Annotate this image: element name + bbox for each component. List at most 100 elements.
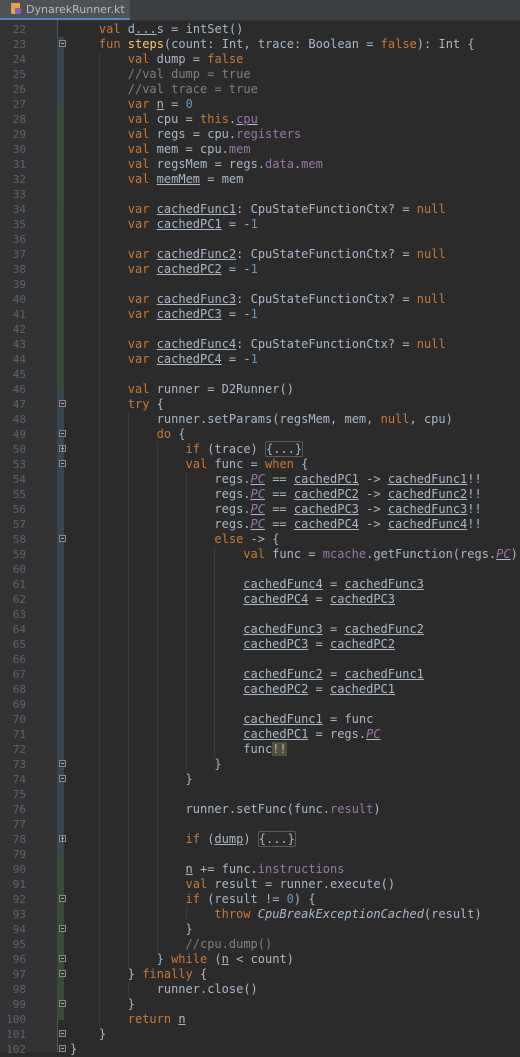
fold-collapse-icon[interactable] — [59, 1000, 66, 1007]
code-line[interactable]: 50 if (trace) {...} — [0, 441, 520, 457]
code-line[interactable]: 39 — [0, 277, 520, 292]
code-line[interactable]: 34 var cachedFunc1: CpuStateFunctionCtx? … — [0, 202, 520, 217]
code-line[interactable]: 35 var cachedPC1 = -1 — [0, 217, 520, 232]
code-line[interactable]: 71 cachedPC1 = regs.PC — [0, 727, 520, 742]
code-line[interactable]: 75 — [0, 787, 520, 802]
code-line[interactable]: 60 — [0, 562, 520, 577]
code-line[interactable]: 99} — [0, 997, 520, 1012]
code-line[interactable]: 26 //val trace = true — [0, 82, 520, 97]
fold-expand-icon[interactable] — [59, 445, 66, 452]
fold-collapse-icon[interactable] — [59, 775, 66, 782]
code-line[interactable]: 69 — [0, 697, 520, 712]
code-line[interactable]: 70 cachedFunc1 = func — [0, 712, 520, 727]
code-line[interactable]: 63 — [0, 607, 520, 622]
code-line[interactable]: 66 — [0, 652, 520, 667]
code-line[interactable]: 56 regs.PC == cachedPC3 -> cachedFunc3!! — [0, 502, 520, 517]
code-line[interactable]: 27 var n = 0 — [0, 97, 520, 112]
code-line[interactable]: 72 func!! — [0, 742, 520, 757]
code-line[interactable]: 97} finally { — [0, 967, 520, 982]
code-line[interactable]: 98 runner.close() — [0, 982, 520, 997]
indent-guide — [98, 922, 100, 937]
code-line[interactable]: 93 throw CpuBreakExceptionCached(result) — [0, 907, 520, 922]
code-line[interactable]: 78 if (dump) {...} — [0, 831, 520, 847]
line-number: 40 — [12, 293, 26, 306]
code-line[interactable]: 95 //cpu.dump() — [0, 937, 520, 952]
indent-guide — [98, 652, 100, 667]
code-line[interactable]: 57 regs.PC == cachedPC4 -> cachedFunc4!! — [0, 517, 520, 532]
indent-guide — [214, 742, 216, 757]
code-line[interactable]: 65 cachedPC3 = cachedPC2 — [0, 637, 520, 652]
code-line[interactable]: 74} — [0, 772, 520, 787]
code-line[interactable]: 28 val cpu = this.cpu — [0, 112, 520, 127]
fold-collapse-icon[interactable] — [59, 925, 66, 932]
code-line[interactable]: 37 var cachedFunc2: CpuStateFunctionCtx? … — [0, 247, 520, 262]
code-line[interactable]: 29 val regs = cpu.registers — [0, 127, 520, 142]
fold-collapse-icon[interactable] — [59, 430, 66, 437]
fold-collapse-icon[interactable] — [59, 1045, 66, 1052]
code-line[interactable]: 45 — [0, 367, 520, 382]
code-line[interactable]: 94} — [0, 922, 520, 937]
code-line[interactable]: 48 runner.setParams(regsMem, mem, null, c… — [0, 412, 520, 427]
code-text: //cpu.dump() — [185, 937, 273, 951]
code-line[interactable]: 76 runner.setFunc(func.result) — [0, 802, 520, 817]
code-line[interactable]: 53 val func = when { — [0, 457, 520, 472]
tab-dynarek-runner[interactable]: DynarekRunner.kt — [0, 0, 130, 20]
code-line[interactable]: 24 val dump = false — [0, 52, 520, 67]
code-line[interactable]: 43 var cachedFunc4: CpuStateFunctionCtx? … — [0, 337, 520, 352]
code-line[interactable]: 102} — [0, 1042, 520, 1057]
code-line[interactable]: 36 — [0, 232, 520, 247]
code-line[interactable]: 40 var cachedFunc3: CpuStateFunctionCtx? … — [0, 292, 520, 307]
line-number: 27 — [12, 98, 26, 111]
fold-expand-icon[interactable] — [59, 835, 66, 842]
fold-collapse-icon[interactable] — [59, 970, 66, 977]
code-line[interactable]: 33 — [0, 187, 520, 202]
code-line[interactable]: 30 val mem = cpu.mem — [0, 142, 520, 157]
fold-collapse-icon[interactable] — [59, 1030, 66, 1037]
code-line[interactable]: 58 else -> { — [0, 532, 520, 547]
code-line[interactable]: 42 — [0, 322, 520, 337]
code-line[interactable]: 67 cachedFunc2 = cachedFunc1 — [0, 667, 520, 682]
code-line[interactable]: 25 //val dump = true — [0, 67, 520, 82]
indent-guide — [127, 547, 129, 562]
code-line[interactable]: 55 regs.PC == cachedPC2 -> cachedFunc2!! — [0, 487, 520, 502]
code-line[interactable]: 38 var cachedPC2 = -1 — [0, 262, 520, 277]
code-line[interactable]: 90 n += func.instructions — [0, 862, 520, 877]
code-text: regs.PC == cachedPC2 -> cachedFunc2!! — [214, 487, 482, 501]
indent-guide — [214, 667, 216, 682]
code-line[interactable]: 59 val func = mcache.getFunction(regs.PC) — [0, 547, 520, 562]
code-line[interactable]: 100 return n — [0, 1012, 520, 1027]
code-line[interactable]: 101} — [0, 1027, 520, 1042]
fold-collapse-icon[interactable] — [59, 400, 66, 407]
code-line[interactable]: 23 fun steps(count: Int, trace: Boolean =… — [0, 37, 520, 52]
code-line[interactable]: 31 val regsMem = regs.data.mem — [0, 157, 520, 172]
code-line[interactable]: 62 cachedPC4 = cachedPC3 — [0, 592, 520, 607]
fold-collapse-icon[interactable] — [59, 40, 66, 47]
line-number: 48 — [12, 413, 26, 426]
code-line[interactable]: 96} while (n < count) — [0, 952, 520, 967]
code-line[interactable]: 54 regs.PC == cachedPC1 -> cachedFunc1!! — [0, 472, 520, 487]
code-line[interactable]: 77 — [0, 817, 520, 832]
code-line[interactable]: 22 val d...s = intSet() — [0, 22, 520, 37]
fold-collapse-icon[interactable] — [59, 760, 66, 767]
fold-collapse-icon[interactable] — [59, 895, 66, 902]
code-text: if (dump) {...} — [185, 831, 296, 847]
code-line[interactable]: 44 var cachedPC4 = -1 — [0, 352, 520, 367]
code-line[interactable]: 61 cachedFunc4 = cachedFunc3 — [0, 577, 520, 592]
code-line[interactable]: 49 do { — [0, 427, 520, 442]
fold-collapse-icon[interactable] — [59, 955, 66, 962]
code-line[interactable]: 32 val memMem = mem — [0, 172, 520, 187]
indent-guide — [156, 652, 158, 667]
code-line[interactable]: 64 cachedFunc3 = cachedFunc2 — [0, 622, 520, 637]
code-line[interactable]: 41 var cachedPC3 = -1 — [0, 307, 520, 322]
code-line[interactable]: 91 val result = runner.execute() — [0, 877, 520, 892]
code-line[interactable]: 73} — [0, 757, 520, 772]
fold-collapse-icon[interactable] — [59, 460, 66, 467]
code-line[interactable]: 92 if (result != 0) { — [0, 892, 520, 907]
fold-collapse-icon[interactable] — [59, 535, 66, 542]
code-text: runner.setFunc(func.result) — [185, 802, 381, 816]
code-line[interactable]: 47 try { — [0, 397, 520, 412]
code-line[interactable]: 46 val runner = D2Runner() — [0, 382, 520, 397]
indent-guide — [156, 532, 158, 547]
code-line[interactable]: 79 — [0, 847, 520, 862]
code-line[interactable]: 68 cachedPC2 = cachedPC1 — [0, 682, 520, 697]
